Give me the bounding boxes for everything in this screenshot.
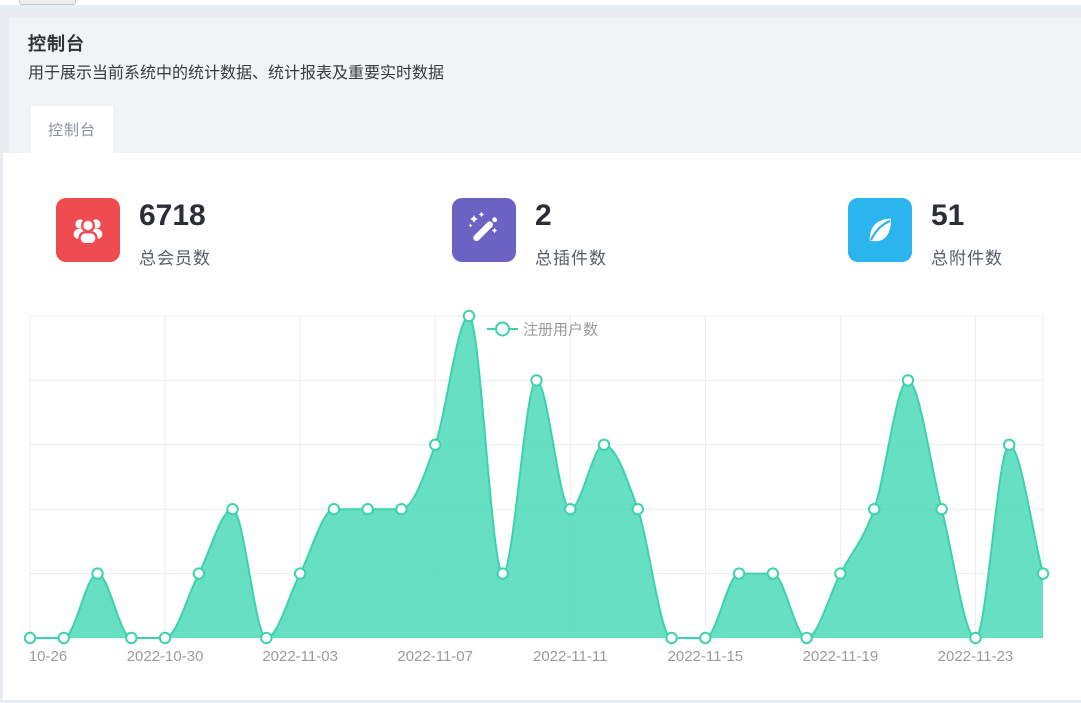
svg-text:注册用户数: 注册用户数 (523, 322, 598, 339)
main-content: 6718 总会员数 2 总插件数 (3, 153, 1081, 700)
chart-x-axis-labels: 10-26 2022-10-30 2022-11-03 2022-11-07 2022-… (29, 648, 1013, 665)
stat-total-attachments: 51 总附件数 (848, 198, 1003, 269)
stat-value-attachments: 51 (931, 201, 1003, 231)
svg-text:2022-11-15: 2022-11-15 (668, 648, 744, 665)
users-icon (56, 198, 120, 262)
svg-text:2022-11-03: 2022-11-03 (262, 648, 338, 665)
leaf-icon (848, 198, 912, 262)
stat-value-members: 6718 (139, 201, 211, 231)
tab-console-label: 控制台 (48, 119, 96, 140)
top-strip (0, 0, 1081, 5)
svg-text:2022-11-11: 2022-11-11 (533, 648, 608, 665)
stat-total-members: 6718 总会员数 (56, 198, 211, 269)
svg-text:2022-11-19: 2022-11-19 (803, 648, 879, 665)
registered-users-chart: 10-26 2022-10-30 2022-11-03 2022-11-07 2022-… (30, 310, 1043, 670)
chart-legend[interactable]: 注册用户数 (487, 322, 598, 339)
stat-value-plugins: 2 (535, 201, 607, 231)
magic-wand-icon (452, 198, 516, 262)
svg-text:2022-10-30: 2022-10-30 (127, 648, 204, 665)
stat-label-members: 总会员数 (139, 244, 211, 269)
svg-text:10-26: 10-26 (29, 648, 67, 665)
tab-console[interactable]: 控制台 (31, 106, 113, 153)
page-title: 控制台 (28, 30, 85, 56)
stat-label-plugins: 总插件数 (535, 244, 607, 269)
page-header: 控制台 用于展示当前系统中的统计数据、统计报表及重要实时数据 控制台 (9, 18, 1081, 153)
browser-tab-stub (19, 0, 76, 5)
stat-label-attachments: 总附件数 (931, 244, 1003, 269)
chart-series-area (30, 316, 1043, 638)
page-subtitle: 用于展示当前系统中的统计数据、统计报表及重要实时数据 (28, 59, 444, 83)
svg-text:2022-11-23: 2022-11-23 (938, 648, 1014, 665)
svg-text:2022-11-07: 2022-11-07 (397, 648, 473, 665)
stat-total-plugins: 2 总插件数 (452, 198, 607, 269)
